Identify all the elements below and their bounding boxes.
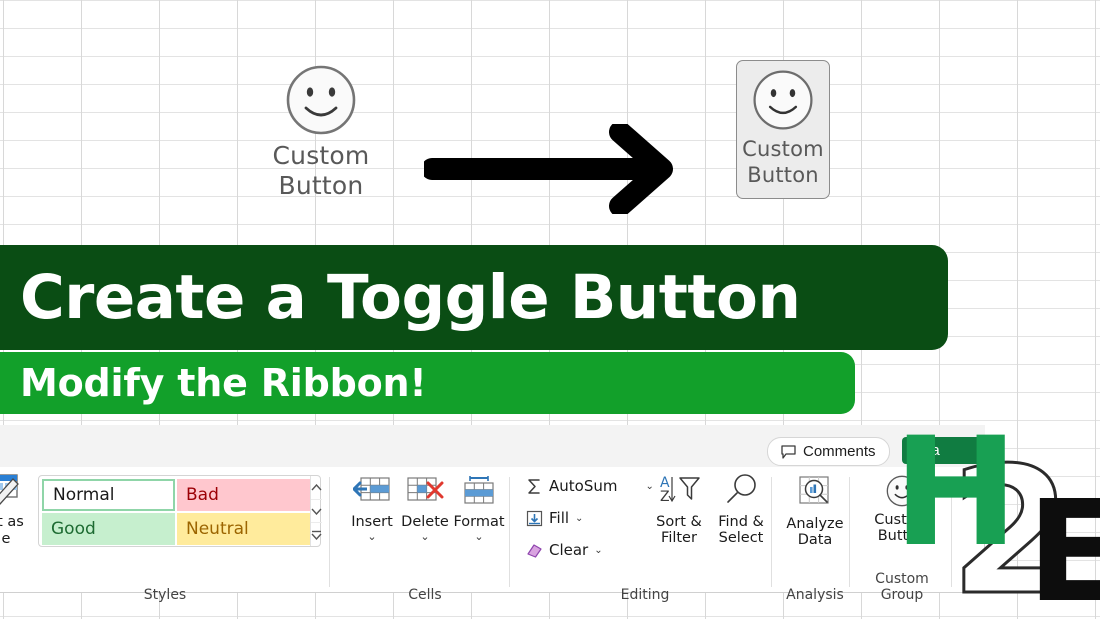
chevron-down-icon[interactable]: ⌄ <box>594 545 602 556</box>
styles-gallery-scrollbar[interactable] <box>310 476 322 546</box>
svg-text:Z: Z <box>660 489 670 505</box>
chevron-up-icon[interactable] <box>311 476 322 500</box>
ribbon-groups-container: at as e Normal Bad Good Neutral <box>0 469 985 617</box>
subtitle-banner: Modify the Ribbon! <box>0 352 855 414</box>
format-as-table-button[interactable]: at as e <box>0 473 34 547</box>
sort-filter-button[interactable]: A Z Sort & Filter <box>648 473 710 546</box>
insert-cells-label: Insert <box>351 514 393 530</box>
format-cells-label: Format <box>453 514 505 530</box>
ribbon-group-cells: Insert ⌄ Delete ⌄ Format ⌄ Cells <box>340 469 510 609</box>
format-as-table-label-line2: e <box>1 531 11 547</box>
chevron-down-icon[interactable]: ⌄ <box>450 531 508 542</box>
autosum-button[interactable]: AutoSum ⌄ <box>526 477 654 495</box>
delete-cells-button[interactable]: Delete ⌄ <box>396 475 454 542</box>
ribbon-group-label-styles: Styles <box>143 587 187 603</box>
smiley-face-icon <box>286 65 356 135</box>
analyze-data-icon <box>799 476 829 504</box>
logo-char-e: E <box>1027 471 1100 634</box>
comments-button[interactable]: Comments <box>767 437 890 466</box>
clear-label: Clear <box>549 541 589 559</box>
format-cells-button[interactable]: Format ⌄ <box>450 475 508 542</box>
analyze-data-label-line1: Analyze <box>786 516 844 532</box>
autosum-icon <box>528 478 540 494</box>
analyze-data-label-line2: Data <box>797 532 833 548</box>
style-cell-normal[interactable]: Normal <box>42 479 175 511</box>
delete-cells-label: Delete <box>401 514 449 530</box>
style-cell-neutral[interactable]: Neutral <box>177 513 310 545</box>
comment-bubble-icon <box>781 444 796 459</box>
group-divider <box>329 477 330 587</box>
ribbon-group-editing: AutoSum ⌄ Fill ⌄ Clear ⌄ A Z Sort & Filt… <box>518 469 772 609</box>
h2e-logo: 2 E H <box>893 406 1100 623</box>
chevron-down-icon[interactable] <box>311 500 322 524</box>
insert-cells-icon <box>352 477 390 501</box>
illustration-pressed-button-label-line2: Button <box>747 163 819 187</box>
ribbon-group-analysis: Analyze Data Analysis <box>780 469 850 609</box>
ribbon-group-label-analysis: Analysis <box>786 587 844 603</box>
fill-icon <box>526 510 543 526</box>
illustration-custom-button-label-line2: Button <box>278 171 364 200</box>
group-divider <box>849 477 850 587</box>
comments-label: Comments <box>803 443 876 460</box>
ribbon-group-label-editing: Editing <box>620 587 670 603</box>
illustration-pressed-button-label-line1: Custom <box>742 137 824 161</box>
format-as-table-icon <box>0 474 19 505</box>
sort-filter-label-line2: Filter <box>661 530 697 546</box>
group-divider <box>771 477 772 587</box>
fill-label: Fill <box>549 509 570 527</box>
illustration-custom-button-pressed[interactable]: Custom Button <box>736 60 830 199</box>
ribbon-group-styles: at as e Normal Bad Good Neutral <box>0 469 330 609</box>
autosum-label: AutoSum <box>549 477 618 495</box>
toggle-button-illustration: Custom Button Custom Button <box>0 0 1100 240</box>
smiley-face-icon <box>753 70 813 130</box>
illustration-custom-button-normal[interactable]: Custom Button <box>258 64 384 201</box>
find-select-label-line1: Find & <box>718 514 764 530</box>
style-cell-good[interactable]: Good <box>42 513 175 545</box>
cell-styles-list: Normal Bad Good Neutral <box>39 476 310 546</box>
logo-char-h: H <box>893 406 1019 580</box>
sort-filter-icon: A Z <box>660 475 700 505</box>
chevron-down-icon[interactable]: ⌄ <box>575 513 583 524</box>
group-divider <box>509 477 510 587</box>
ribbon-group-label-cells: Cells <box>408 587 442 603</box>
illustration-custom-button-label-line1: Custom <box>272 141 370 170</box>
delete-cells-icon <box>407 477 444 501</box>
chevron-down-icon[interactable]: ⌄ <box>396 531 454 542</box>
cell-styles-gallery[interactable]: Normal Bad Good Neutral <box>38 475 322 547</box>
insert-cells-button[interactable]: Insert ⌄ <box>343 475 401 542</box>
style-cell-bad[interactable]: Bad <box>177 479 310 511</box>
arrow-right-icon <box>424 124 673 214</box>
fill-button[interactable]: Fill ⌄ <box>526 509 583 527</box>
format-as-table-label-line1: at as <box>0 514 24 530</box>
clear-icon <box>527 543 542 558</box>
title-banner: Create a Toggle Button <box>0 245 948 350</box>
find-select-label-line2: Select <box>718 530 764 546</box>
chevron-down-icon[interactable]: ⌄ <box>343 531 401 542</box>
clear-button[interactable]: Clear ⌄ <box>526 541 603 559</box>
sort-filter-label-line1: Sort & <box>656 514 702 530</box>
analyze-data-button[interactable]: Analyze Data <box>786 475 844 548</box>
format-cells-icon <box>464 476 494 504</box>
find-select-icon <box>727 474 756 503</box>
find-select-button[interactable]: Find & Select <box>710 473 772 546</box>
more-styles-icon[interactable] <box>311 523 322 546</box>
